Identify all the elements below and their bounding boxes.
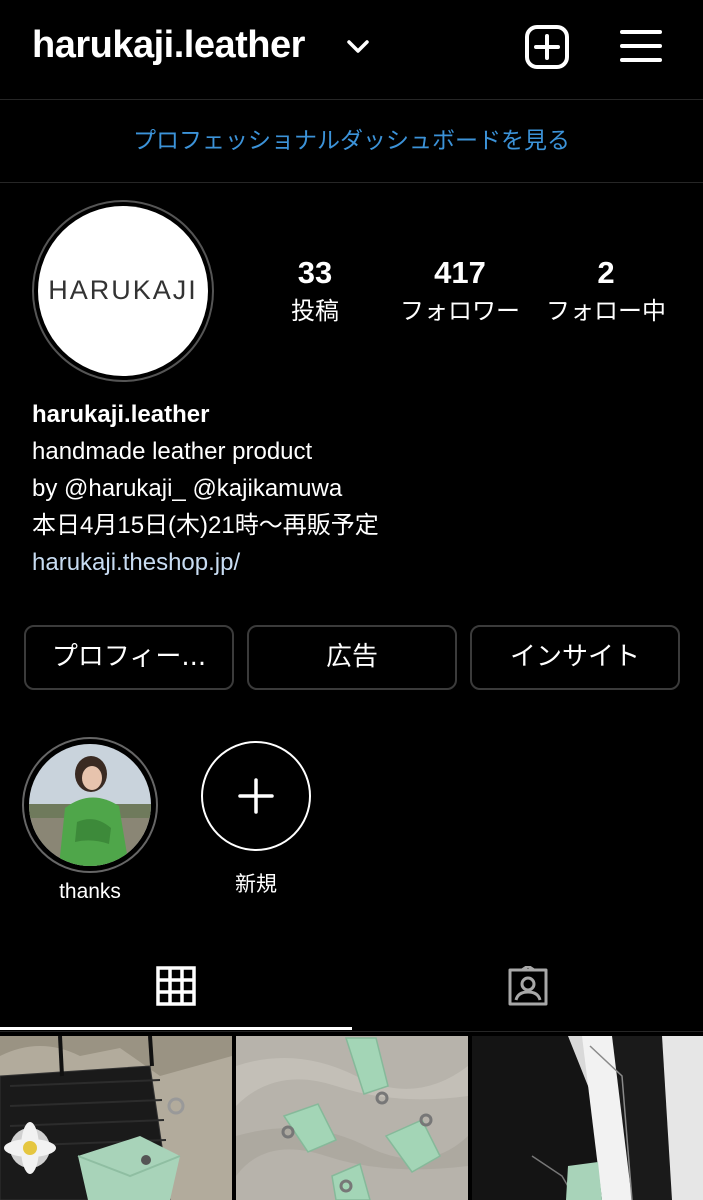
bio-website-link[interactable]: harukaji.theshop.jp/ <box>32 544 379 581</box>
profile-bio: harukaji.leather handmade leather produc… <box>32 396 379 581</box>
top-bar: harukaji.leather <box>0 0 703 100</box>
profile-tabs <box>0 940 703 1032</box>
professional-dashboard-link[interactable]: プロフェッショナルダッシュボードを見る <box>0 100 703 183</box>
ads-button[interactable]: 広告 <box>247 625 457 690</box>
bio-line-3: 本日4月15日(木)21時〜再販予定 <box>32 512 379 539</box>
hamburger-menu-icon[interactable] <box>620 28 662 64</box>
edit-profile-button[interactable]: プロフィー... <box>24 625 234 690</box>
post-thumbnail-1[interactable] <box>0 1036 232 1200</box>
profile-name: harukaji.leather <box>32 401 210 428</box>
post-thumbnail-2[interactable] <box>236 1036 468 1200</box>
posts-number: 33 <box>297 255 333 290</box>
account-switcher-username[interactable]: harukaji.leather <box>32 24 305 67</box>
following-number: 2 <box>597 255 615 290</box>
posts-label: 投稿 <box>291 297 339 325</box>
highlight-photo <box>29 744 151 866</box>
followers-label: フォロワー <box>400 297 520 325</box>
post-photo-2 <box>236 1036 468 1200</box>
post-photo-3 <box>472 1036 703 1200</box>
new-highlight-label: 新規 <box>235 873 277 896</box>
highlight-thanks-thumbnail[interactable] <box>29 744 151 866</box>
grid-icon[interactable] <box>156 966 196 1006</box>
posts-count[interactable]: 33 投稿 <box>280 253 350 329</box>
bio-line-2[interactable]: by @harukaji_ @kajikamuwa <box>32 470 379 507</box>
plus-icon <box>238 778 274 814</box>
tagged-user-icon[interactable] <box>506 966 550 1008</box>
followers-number: 417 <box>434 255 486 290</box>
post-photo-1 <box>0 1036 232 1200</box>
chevron-down-icon[interactable] <box>345 36 371 58</box>
followers-count[interactable]: 417 フォロワー <box>392 253 528 329</box>
following-count[interactable]: 2 フォロー中 <box>538 253 674 329</box>
insights-button[interactable]: インサイト <box>470 625 680 690</box>
bio-line-1: handmade leather product <box>32 438 313 465</box>
highlight-thanks-label: thanks <box>59 880 121 903</box>
avatar-logo: HARUKAJI <box>48 275 198 305</box>
active-tab-indicator <box>0 1027 352 1030</box>
post-thumbnail-3[interactable] <box>472 1036 703 1200</box>
following-label: フォロー中 <box>546 297 666 325</box>
new-post-icon[interactable] <box>524 24 570 70</box>
